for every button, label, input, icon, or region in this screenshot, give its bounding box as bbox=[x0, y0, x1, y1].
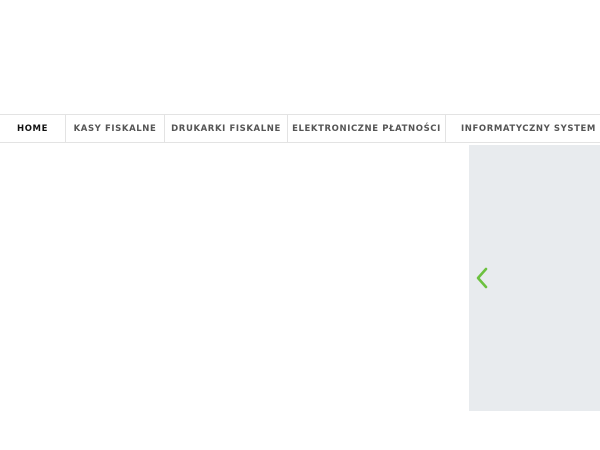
nav-item-home[interactable]: HOME bbox=[0, 115, 66, 142]
header-area bbox=[0, 0, 600, 114]
chevron-left-icon bbox=[476, 267, 488, 289]
nav-item-kasy-fiskalne[interactable]: KASY FISKALNE bbox=[66, 115, 165, 142]
nav-item-informatyczny-system[interactable]: INFORMATYCZNY SYSTEM SPRZ bbox=[446, 115, 600, 142]
page: HOME KASY FISKALNE DRUKARKI FISKALNE ELE… bbox=[0, 0, 600, 450]
slider-prev-button[interactable] bbox=[471, 267, 493, 289]
slider-panel bbox=[469, 145, 600, 411]
nav-item-elektroniczne-platnosci[interactable]: ELEKTRONICZNE PŁATNOŚCI bbox=[288, 115, 446, 142]
main-nav: HOME KASY FISKALNE DRUKARKI FISKALNE ELE… bbox=[0, 114, 600, 143]
nav-item-drukarki-fiskalne[interactable]: DRUKARKI FISKALNE bbox=[165, 115, 288, 142]
content-area bbox=[0, 143, 469, 411]
